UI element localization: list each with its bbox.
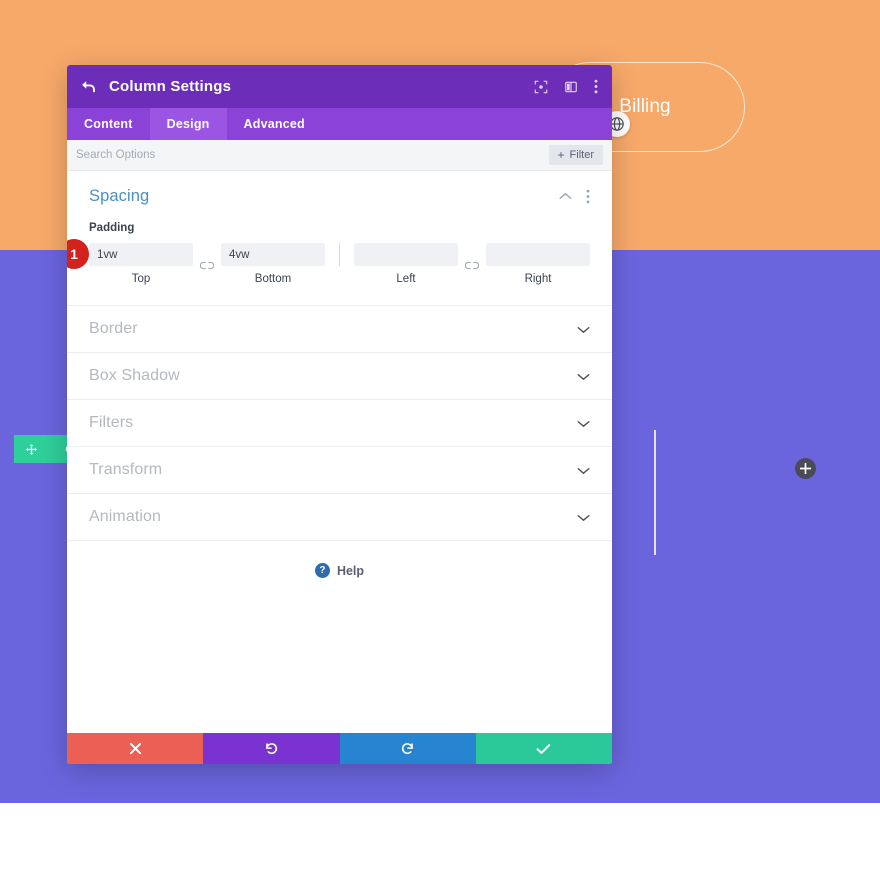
padding-bottom-caption: Bottom	[254, 273, 292, 285]
padding-divider	[339, 243, 340, 266]
page-title: Column Settings	[109, 78, 232, 95]
more-options-icon[interactable]	[594, 79, 598, 94]
chevron-down-icon[interactable]	[577, 325, 590, 334]
section-animation[interactable]: Animation	[67, 494, 612, 541]
tab-advanced[interactable]: Advanced	[227, 108, 322, 140]
modal-body: Spacing Padding 1 1vw Top 4vw Bottom Lef…	[67, 171, 612, 733]
modal-tabs: Content Design Advanced	[67, 108, 612, 140]
padding-right-cell: Right	[486, 243, 590, 285]
modal-footer	[67, 733, 612, 764]
section-spacing: Spacing Padding 1 1vw Top 4vw Bottom Lef…	[67, 171, 612, 306]
undo-button[interactable]	[203, 733, 340, 764]
search-input[interactable]	[76, 149, 549, 161]
back-arrow-icon[interactable]	[81, 80, 96, 93]
column-guide-line	[654, 430, 656, 555]
section-filters[interactable]: Filters	[67, 400, 612, 447]
tab-design[interactable]: Design	[149, 108, 227, 140]
save-button[interactable]	[475, 733, 612, 764]
column-settings-modal: Column Settings Content Design Advanced …	[67, 65, 612, 764]
section-options-icon[interactable]	[586, 189, 590, 204]
filter-button[interactable]: + Filter	[548, 145, 603, 165]
section-transform[interactable]: Transform	[67, 447, 612, 494]
chevron-down-icon[interactable]	[577, 419, 590, 428]
section-animation-label: Animation	[89, 508, 162, 525]
padding-top-cell: Top	[89, 243, 193, 285]
modal-header: Column Settings	[67, 65, 612, 108]
broken-link-icon[interactable]	[193, 258, 221, 270]
fullscreen-icon[interactable]	[534, 80, 548, 94]
plus-icon: +	[557, 148, 565, 162]
billing-pill-label: Billing	[619, 96, 671, 117]
step-badge-1: 1	[67, 239, 89, 269]
section-transform-label: Transform	[89, 461, 163, 478]
redo-button[interactable]	[339, 733, 476, 764]
broken-link-icon[interactable]	[458, 258, 486, 270]
padding-group-horizontal: Left Right	[354, 243, 590, 285]
padding-left-input[interactable]	[354, 243, 458, 266]
split-view-icon[interactable]	[564, 80, 578, 94]
add-module-button[interactable]	[795, 458, 816, 479]
tab-content[interactable]: Content	[67, 108, 150, 140]
section-filters-label: Filters	[89, 414, 134, 431]
chevron-down-icon[interactable]	[577, 466, 590, 475]
chevron-down-icon[interactable]	[577, 513, 590, 522]
section-spacing-header: Spacing	[89, 187, 590, 206]
section-box-shadow-label: Box Shadow	[89, 367, 180, 384]
move-icon[interactable]	[26, 443, 38, 455]
chevron-up-icon[interactable]	[559, 192, 572, 201]
section-box-shadow[interactable]: Box Shadow	[67, 353, 612, 400]
padding-left-cell: Left	[354, 243, 458, 285]
filter-button-label: Filter	[569, 149, 594, 161]
padding-right-input[interactable]	[486, 243, 590, 266]
padding-right-caption: Right	[524, 273, 552, 285]
padding-label: Padding	[89, 222, 135, 234]
padding-top-input[interactable]	[89, 243, 193, 266]
padding-bottom-input[interactable]	[221, 243, 325, 266]
help-label: Help	[336, 563, 365, 578]
section-border-label: Border	[89, 320, 138, 337]
padding-top-caption: Top	[131, 273, 151, 285]
padding-bottom-cell: Bottom	[221, 243, 325, 285]
help-link[interactable]: ? Help	[67, 541, 612, 578]
cancel-button[interactable]	[67, 733, 204, 764]
chevron-down-icon[interactable]	[577, 372, 590, 381]
padding-group-vertical: Top Bottom	[89, 243, 325, 285]
page-footer-background	[0, 803, 880, 885]
search-bar: + Filter	[67, 140, 612, 171]
section-border[interactable]: Border	[67, 306, 612, 353]
section-spacing-title: Spacing	[89, 187, 150, 205]
padding-fields-row: 1 Top	[67, 239, 590, 285]
question-mark-icon: ?	[314, 563, 330, 578]
padding-left-caption: Left	[396, 273, 416, 285]
page-root: Billing Column Settings Content Design A…	[0, 0, 880, 885]
